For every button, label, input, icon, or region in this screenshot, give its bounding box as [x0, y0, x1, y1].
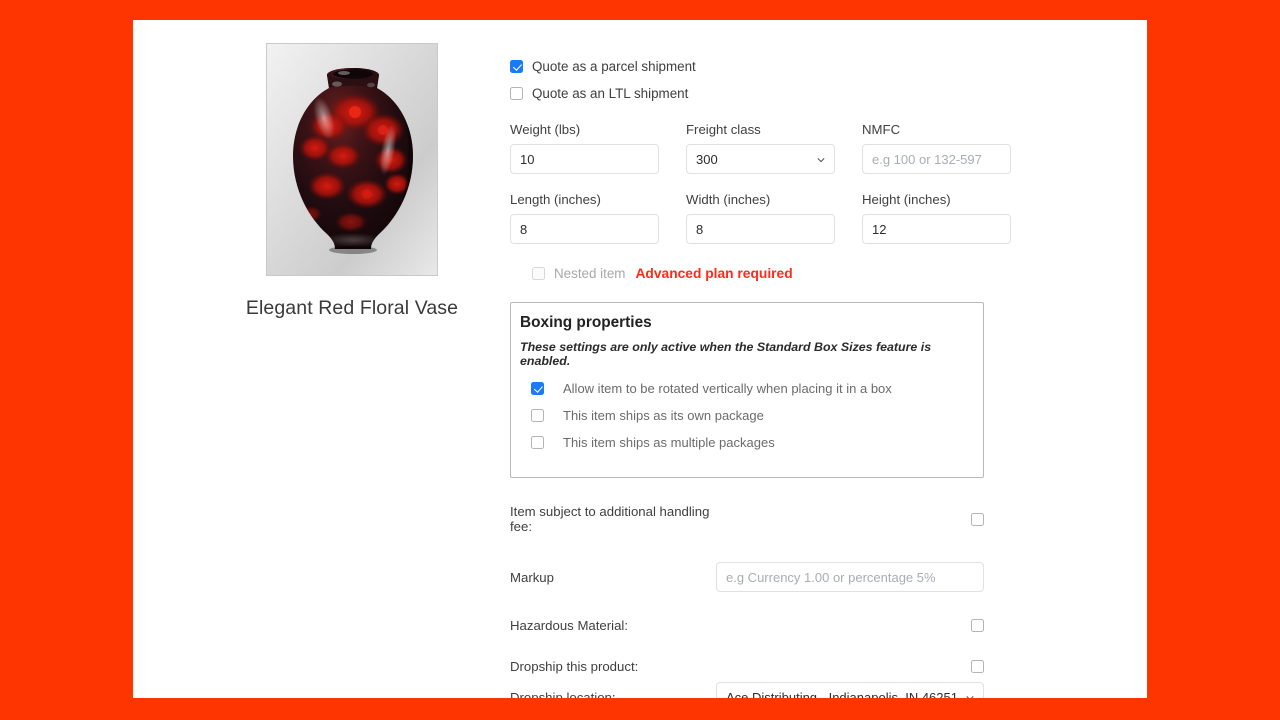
boxing-own-package-checkbox[interactable]	[531, 408, 544, 422]
freight-class-label: Freight class	[686, 122, 761, 137]
hazardous-material-control	[714, 619, 984, 632]
dropship-product-row: Dropship this product:	[510, 659, 984, 674]
freight-class-select[interactable]: 300	[686, 144, 835, 174]
dropship-location-value: Ace Distributing - Indianapolis, IN 4625…	[726, 689, 958, 699]
nmfc-field: NMFC	[862, 122, 1011, 174]
dropship-location-select[interactable]: Ace Distributing - Indianapolis, IN 4625…	[716, 682, 984, 698]
nested-item-checkbox	[532, 267, 545, 280]
length-field: Length (inches)	[510, 192, 659, 244]
quote-ltl-label: Quote as an LTL shipment	[532, 85, 689, 101]
quote-ltl-row[interactable]: Quote as an LTL shipment	[510, 82, 1110, 104]
height-field: Height (inches)	[862, 192, 1011, 244]
length-label: Length (inches)	[510, 192, 601, 207]
weight-class-row: Weight (lbs) Freight class 300 NMFC	[510, 122, 1110, 174]
boxing-rotate-checkbox[interactable]	[531, 381, 544, 395]
nmfc-label: NMFC	[862, 122, 901, 137]
nmfc-input[interactable]	[862, 144, 1011, 174]
length-input[interactable]	[510, 214, 659, 244]
dropship-product-label: Dropship this product:	[510, 659, 639, 674]
markup-label: Markup	[510, 569, 554, 585]
hazardous-material-row: Hazardous Material:	[510, 618, 984, 633]
boxing-heading: Boxing properties	[520, 314, 652, 331]
dropship-product-control	[714, 660, 984, 673]
boxing-option-own-package-row[interactable]: This item ships as its own package	[520, 407, 969, 423]
dropship-location-label: Dropship location:	[510, 689, 616, 699]
nested-item-label: Nested item	[554, 266, 626, 281]
weight-input[interactable]	[510, 144, 659, 174]
shipping-settings-form: Quote as a parcel shipment Quote as an L…	[510, 55, 1110, 698]
width-label: Width (inches)	[686, 192, 771, 207]
handling-fee-control	[714, 512, 984, 526]
quote-parcel-checkbox[interactable]	[510, 59, 523, 73]
hazardous-material-checkbox[interactable]	[971, 619, 984, 632]
markup-input-wrap	[716, 562, 984, 592]
weight-field: Weight (lbs)	[510, 122, 659, 174]
boxing-rotate-label: Allow item to be rotated vertically when…	[563, 380, 892, 396]
quote-parcel-label: Quote as a parcel shipment	[532, 58, 696, 74]
chevron-down-icon	[966, 696, 974, 698]
weight-label: Weight (lbs)	[510, 122, 581, 137]
dimensions-row: Length (inches) Width (inches) Height (i…	[510, 192, 1110, 244]
product-title: Elegant Red Floral Vase	[245, 297, 459, 319]
dropship-location-row: Dropship location: Ace Distributing - In…	[510, 682, 984, 698]
product-image-frame	[266, 43, 438, 276]
markup-input[interactable]	[716, 562, 984, 592]
dropship-location-control: Ace Distributing - Indianapolis, IN 4625…	[714, 682, 984, 698]
freight-class-value: 300	[696, 151, 718, 167]
height-label: Height (inches)	[862, 192, 951, 207]
handling-fee-checkbox[interactable]	[971, 512, 984, 526]
nested-item-row: Nested item Advanced plan required	[532, 266, 1110, 281]
quote-parcel-row[interactable]: Quote as a parcel shipment	[510, 55, 1110, 77]
boxing-option-multiple-packages-row[interactable]: This item ships as multiple packages	[520, 434, 969, 450]
product-settings-card: Elegant Red Floral Vase Quote as a parce…	[133, 20, 1147, 698]
handling-fee-row: Item subject to additional handling fee:	[510, 504, 984, 534]
product-preview: Elegant Red Floral Vase	[232, 43, 472, 320]
dropship-product-checkbox[interactable]	[971, 660, 984, 673]
quote-ltl-checkbox[interactable]	[510, 86, 523, 100]
boxing-own-package-label: This item ships as its own package	[563, 407, 764, 423]
boxing-note: These settings are only active when the …	[520, 340, 932, 368]
width-field: Width (inches)	[686, 192, 835, 244]
chevron-down-icon	[817, 158, 825, 163]
advanced-plan-warning: Advanced plan required	[635, 266, 793, 281]
markup-row: Markup	[510, 562, 984, 592]
boxing-multiple-packages-checkbox[interactable]	[531, 435, 544, 449]
height-input[interactable]	[862, 214, 1011, 244]
page-root: Elegant Red Floral Vase Quote as a parce…	[0, 0, 1280, 720]
width-input[interactable]	[686, 214, 835, 244]
boxing-option-rotate-row[interactable]: Allow item to be rotated vertically when…	[520, 380, 969, 396]
red-floral-vase-photo	[267, 44, 437, 275]
freight-class-field: Freight class 300	[686, 122, 835, 174]
boxing-multiple-packages-label: This item ships as multiple packages	[563, 434, 775, 450]
dropship-location-select-wrap: Ace Distributing - Indianapolis, IN 4625…	[716, 682, 984, 698]
handling-fee-label: Item subject to additional handling fee:	[510, 504, 710, 534]
markup-control	[714, 562, 984, 592]
boxing-properties-panel: Boxing properties These settings are onl…	[510, 302, 984, 478]
hazardous-material-label: Hazardous Material:	[510, 618, 629, 633]
